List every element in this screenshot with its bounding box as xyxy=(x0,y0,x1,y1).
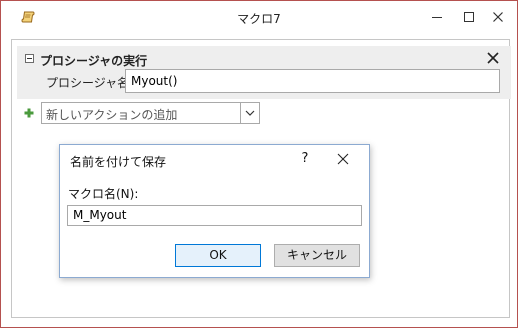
maximize-button[interactable] xyxy=(455,5,483,29)
action-title: プロシージャの実行 xyxy=(40,54,148,68)
ok-button[interactable]: OK xyxy=(175,244,261,267)
macro-window: マクロ7 プロシージャの実行 プロシージャ名 Myout() 新しいアクションの… xyxy=(0,0,518,328)
close-icon xyxy=(487,52,499,64)
dialog-title: 名前を付けて保存 xyxy=(70,155,167,169)
window-close-button[interactable] xyxy=(484,5,512,29)
macro-name-label: マクロ名(N): xyxy=(68,187,139,201)
dropdown-button[interactable] xyxy=(240,103,259,123)
title-bar: マクロ7 xyxy=(1,1,517,33)
add-action-placeholder: 新しいアクションの追加 xyxy=(46,108,178,122)
macro-name-input[interactable]: M_Myout xyxy=(67,205,362,226)
minimize-icon xyxy=(432,17,442,18)
collapse-toggle-icon[interactable] xyxy=(25,54,34,63)
procedure-name-input[interactable]: Myout() xyxy=(125,69,500,93)
chevron-down-icon xyxy=(245,110,255,116)
delete-action-button[interactable] xyxy=(487,52,499,64)
procedure-name-label: プロシージャ名 xyxy=(46,76,130,90)
minimize-button[interactable] xyxy=(423,5,451,29)
add-action-dropdown[interactable]: 新しいアクションの追加 xyxy=(41,102,260,124)
add-icon xyxy=(24,107,34,118)
help-button[interactable]: ? xyxy=(295,148,315,170)
maximize-icon xyxy=(464,12,474,22)
close-icon xyxy=(337,153,349,165)
close-icon xyxy=(493,12,503,22)
save-as-dialog: 名前を付けて保存 ? マクロ名(N): M_Myout OK キャンセル xyxy=(59,144,370,278)
cancel-button[interactable]: キャンセル xyxy=(274,244,360,267)
dialog-close-button[interactable] xyxy=(335,151,351,167)
